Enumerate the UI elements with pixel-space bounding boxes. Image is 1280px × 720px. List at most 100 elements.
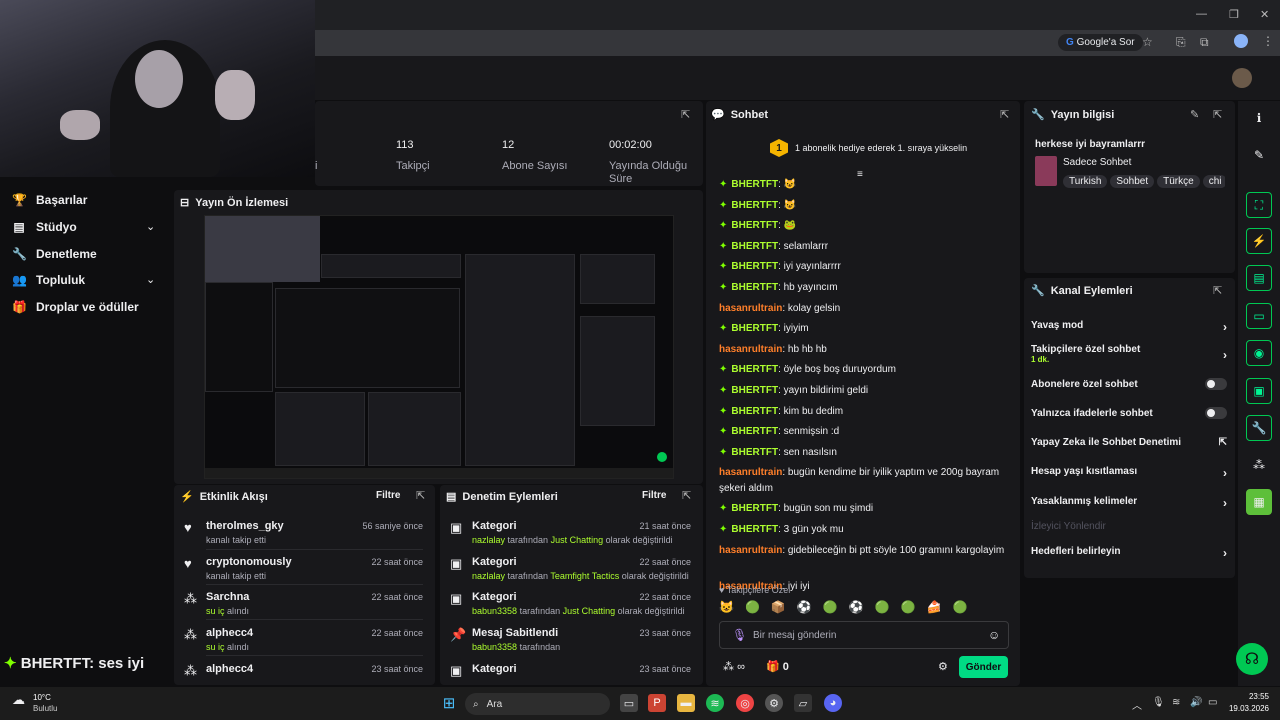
hype-text[interactable]: 1 abonelik hediye ederek 1. sıraya yükse…: [795, 143, 967, 153]
volume-icon[interactable]: 🔊: [1190, 697, 1202, 708]
chat-username[interactable]: BHERTFT: [731, 385, 778, 396]
chat-username[interactable]: BHERTFT: [731, 406, 778, 417]
chat-username[interactable]: BHERTFT: [731, 282, 778, 293]
emote[interactable]: 🟢: [745, 600, 760, 616]
broadcast-icon[interactable]: ◉: [1246, 340, 1272, 366]
clock-date[interactable]: 19.03.2026: [1220, 704, 1269, 713]
emote[interactable]: ⚽: [797, 600, 812, 616]
emote[interactable]: 🟢: [901, 600, 916, 616]
edit-icon[interactable]: ✎: [1246, 142, 1272, 168]
action-slow-mode[interactable]: Yavaş mod ›: [1031, 320, 1227, 334]
category-name[interactable]: Sadece Sohbet: [1063, 157, 1131, 168]
nav-item-achievements[interactable]: 🏆 Başarılar: [12, 193, 87, 207]
nav-item-studio[interactable]: ▤ Stüdyo: [12, 220, 76, 234]
google-search-chip[interactable]: G Google'a Sor: [1058, 34, 1143, 51]
task-view-icon[interactable]: ▭: [620, 694, 638, 712]
chat-username[interactable]: BHERTFT: [731, 447, 778, 458]
action-banned-words[interactable]: Yasaklanmış kelimeler ›: [1031, 496, 1227, 510]
action-subscribers-only[interactable]: Abonelere özel sohbet: [1031, 378, 1227, 390]
emote[interactable]: 🟢: [953, 600, 968, 616]
menu-dots-icon[interactable]: ⋮: [1262, 34, 1274, 48]
chat-username[interactable]: BHERTFT: [731, 220, 778, 231]
tag[interactable]: chi: [1202, 175, 1225, 188]
tag[interactable]: Sohbet: [1110, 175, 1155, 188]
tray-chevron-icon[interactable]: ︿: [1132, 697, 1142, 712]
info-icon[interactable]: ℹ: [1246, 105, 1272, 131]
nav-item-drops[interactable]: 🎁 Droplar ve ödüller: [12, 300, 139, 314]
channel-points-button[interactable]: ⁂ ∞: [723, 660, 745, 673]
wifi-icon[interactable]: ≋: [1172, 697, 1180, 708]
chat-username[interactable]: BHERTFT: [731, 241, 778, 252]
chat-bubble-icon[interactable]: ▭: [1246, 303, 1272, 329]
nav-item-moderation[interactable]: 🔧 Denetleme: [12, 247, 97, 261]
send-button[interactable]: Gönder: [959, 656, 1008, 678]
popout-icon[interactable]: ⇱: [1213, 284, 1222, 297]
profile-avatar[interactable]: [1234, 34, 1248, 48]
activity-filter-button[interactable]: Filtre: [376, 490, 400, 501]
steam-icon[interactable]: ⚙: [765, 694, 783, 712]
chat-username[interactable]: BHERTFT: [731, 200, 778, 211]
bookmark-star-icon[interactable]: ☆: [1142, 35, 1153, 49]
quick-actions-fab[interactable]: ☊: [1236, 643, 1268, 675]
notes-icon[interactable]: ▤: [1246, 265, 1272, 291]
emote[interactable]: 😺: [719, 600, 734, 616]
toggle-switch[interactable]: [1205, 407, 1227, 419]
extension-app-icon[interactable]: ▦: [1246, 489, 1272, 515]
edit-icon[interactable]: ✎: [1190, 108, 1199, 121]
extensions-icon[interactable]: ⧉: [1200, 35, 1209, 50]
wrench-icon[interactable]: 🔧: [1246, 415, 1272, 441]
points-icon[interactable]: ⁂: [1246, 452, 1272, 478]
popout-icon[interactable]: ⇱: [1213, 108, 1222, 121]
nav-item-community[interactable]: 👥 Topluluk: [12, 273, 85, 287]
battery-icon[interactable]: ▭: [1208, 697, 1217, 708]
minimize-icon[interactable]: —: [1196, 8, 1207, 20]
chat-username[interactable]: BHERTFT: [731, 524, 778, 535]
action-emote-only[interactable]: Yalnızca ifadelerle sohbet: [1031, 407, 1227, 419]
chat-username[interactable]: BHERTFT: [731, 261, 778, 272]
action-ai-moderation[interactable]: Yapay Zeka ile Sohbet Denetimi ⇱: [1031, 437, 1227, 448]
chat-input-box[interactable]: 🎙 Bir mesaj gönderin ☺: [719, 621, 1009, 649]
user-avatar[interactable]: [1232, 68, 1252, 88]
clip-icon[interactable]: ⛶: [1246, 192, 1272, 218]
toggle-switch[interactable]: [1205, 378, 1227, 390]
folder-icon[interactable]: ▬: [677, 694, 695, 712]
lightning-icon[interactable]: ⚡: [1246, 228, 1272, 254]
chrome-icon[interactable]: ◎: [736, 694, 754, 712]
translate-icon[interactable]: ⎘: [1176, 35, 1186, 50]
popout-icon[interactable]: ⇱: [416, 489, 425, 502]
chat-username[interactable]: BHERTFT: [731, 323, 778, 334]
chat-username[interactable]: hasanrultrain: [719, 545, 782, 556]
emote[interactable]: 🍰: [927, 600, 942, 616]
action-followers-only[interactable]: Takipçilere özel sohbet › 1 dk.: [1031, 344, 1227, 364]
app-p-icon[interactable]: P: [648, 694, 666, 712]
popout-icon[interactable]: ⇱: [682, 489, 691, 502]
mic-tray-icon[interactable]: 🎙: [1152, 697, 1165, 708]
emoji-picker-icon[interactable]: ☺: [988, 628, 1000, 642]
taskbar-search[interactable]: ⌕ Ara: [465, 693, 610, 715]
emote[interactable]: ⚽: [849, 600, 864, 616]
chat-username[interactable]: hasanrultrain: [719, 467, 782, 478]
clock-time[interactable]: 23:55: [1229, 692, 1269, 701]
drops-button[interactable]: 🎁 0: [766, 660, 789, 673]
popout-icon[interactable]: ⇱: [681, 108, 690, 121]
chevron-down-icon[interactable]: ⌄: [146, 273, 155, 286]
action-set-goals[interactable]: Hedefleri belirleyin ›: [1031, 546, 1227, 560]
chat-username[interactable]: hasanrultrain: [719, 303, 782, 314]
restore-icon[interactable]: ❐: [1229, 8, 1239, 21]
close-icon[interactable]: ✕: [1260, 8, 1269, 21]
layout-icon[interactable]: ▣: [1246, 378, 1272, 404]
action-account-age[interactable]: Hesap yaşı kısıtlaması ›: [1031, 466, 1227, 480]
chat-username[interactable]: BHERTFT: [731, 503, 778, 514]
stream-preview-video[interactable]: [204, 215, 674, 479]
chat-username[interactable]: hasanrultrain: [719, 344, 782, 355]
chat-settings-icon[interactable]: ⚙: [938, 660, 948, 673]
emote[interactable]: 🟢: [823, 600, 838, 616]
microphone-icon[interactable]: 🎙: [732, 628, 747, 642]
app-icon[interactable]: ▱: [794, 694, 812, 712]
spotify-icon[interactable]: ≋: [706, 694, 724, 712]
emote[interactable]: 🟢: [875, 600, 890, 616]
chat-username[interactable]: BHERTFT: [731, 179, 778, 190]
weather-icon[interactable]: ☁: [12, 692, 25, 708]
tag[interactable]: Turkish: [1063, 175, 1108, 188]
tag[interactable]: Türkçe: [1157, 175, 1200, 188]
